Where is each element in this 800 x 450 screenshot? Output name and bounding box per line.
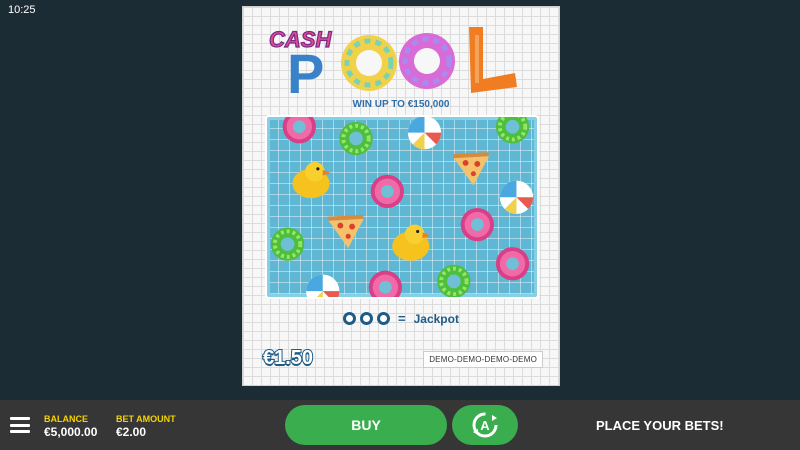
cash-pool-logo: CASH P [268,26,517,105]
balance-display: BALANCE €5,000.00 [44,414,97,439]
demo-badge: DEMO-DEMO-DEMO-DEMO [423,351,543,368]
green-donut-float-icon [268,225,307,263]
bet-amount-label: BET AMOUNT [116,414,176,424]
bet-amount-display[interactable]: BET AMOUNT €2.00 [116,414,176,439]
pink-donut-float-icon [368,270,402,297]
ring-symbol-icon [360,312,374,325]
jackpot-rule: = Jackpot [243,311,559,326]
autoplay-icon: A [472,412,498,438]
balance-value: €5,000.00 [44,425,98,439]
ring-symbol-icon [343,312,357,325]
pizza-float-icon [327,214,364,249]
svg-text:A: A [480,418,490,433]
bet-amount-value: €2.00 [116,425,147,439]
pizza-float-icon [452,152,490,186]
beach-ball-icon [407,117,442,150]
jackpot-equals: = [398,311,406,326]
ticket-price: €1.50 [262,346,314,370]
status-message: PLACE YOUR BETS! [596,418,724,433]
jackpot-label: Jackpot [413,311,459,326]
green-donut-float-icon [435,262,473,297]
rubber-duck-icon [392,224,431,261]
beach-ball-icon [306,274,340,297]
bottom-bar: BALANCE €5,000.00 BET AMOUNT €2.00 BUY A… [0,400,800,450]
game-logo: CASH P [265,13,525,105]
pink-donut-float-icon [460,207,494,242]
pink-donut-float-icon [282,117,316,144]
beach-ball-icon [499,180,534,214]
logo-ring-yellow [341,35,397,91]
logo-ring-pink [399,33,455,89]
green-donut-float-icon [493,117,532,146]
ring-symbol-icon [377,312,391,325]
scratch-area[interactable] [265,115,539,299]
autoplay-button[interactable]: A [452,405,518,445]
logo-letter-p: P [287,42,324,97]
status-time: 10:25 [8,4,36,16]
green-donut-float-icon [337,119,375,158]
scratch-ticket: CASH P WIN UP TO €150,000 = Jackpot €1.5… [242,6,560,386]
pink-donut-float-icon [370,174,404,208]
pink-donut-float-icon [495,247,530,281]
rubber-duck-icon [292,162,331,199]
pool-floats [268,117,534,297]
hamburger-menu-icon[interactable] [10,417,30,433]
buy-button[interactable]: BUY [285,405,447,445]
max-win-text: WIN UP TO €150,000 [352,99,450,110]
balance-label: BALANCE [44,414,88,424]
